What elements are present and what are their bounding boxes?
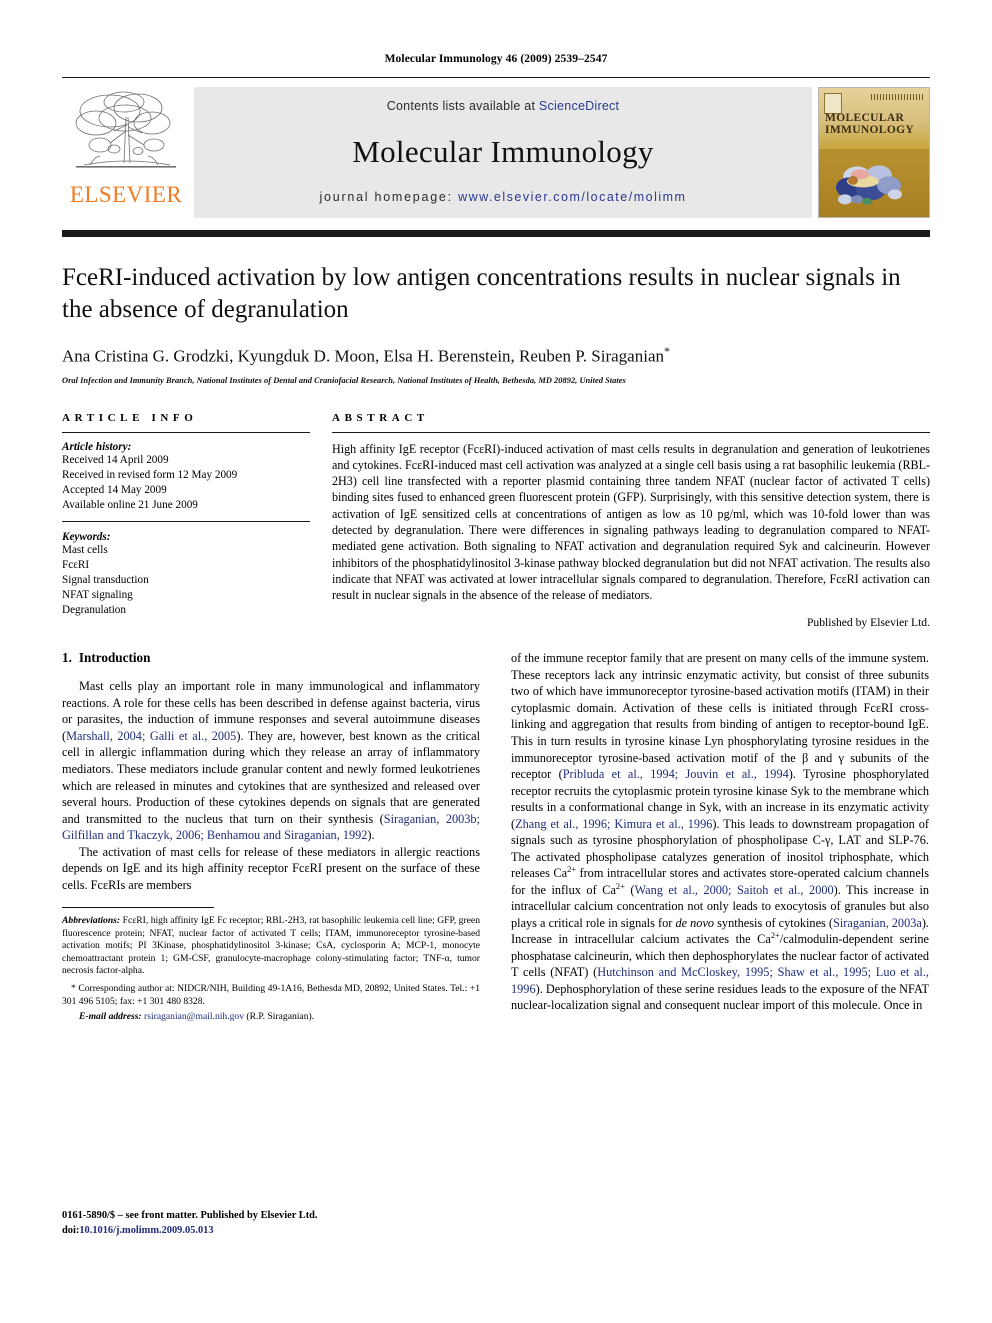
keywords-title: Keywords: — [62, 530, 111, 543]
email-note: E-mail address: rsiraganian@mail.nih.gov… — [62, 1011, 480, 1024]
calcium-superscript: 2+ — [615, 881, 625, 891]
history-accepted: Accepted 14 May 2009 — [62, 483, 167, 496]
keyword-item: Signal transduction — [62, 573, 149, 586]
cover-barcode-strip — [871, 94, 923, 100]
intro-p1-part-c: ). — [367, 828, 375, 843]
history-received: Received 14 April 2009 — [62, 453, 169, 466]
citation-marshall-galli[interactable]: Marshall, 2004; Galli et al., 2005 — [66, 729, 236, 743]
doi-link[interactable]: 10.1016/j.molimm.2009.05.013 — [79, 1225, 213, 1236]
homepage-label: journal homepage: — [319, 190, 453, 204]
abbreviations-text: FcεRI, high affinity IgE Fc receptor; RB… — [62, 915, 480, 977]
email-label: E-mail address: — [79, 1011, 142, 1023]
abbreviations-label: Abbreviations: — [62, 915, 121, 927]
doi-line: doi:10.1016/j.molimm.2009.05.013 — [62, 1224, 318, 1239]
intro-paragraph-1: Mast cells play an important role in man… — [62, 678, 480, 843]
journal-banner: Contents lists available at ScienceDirec… — [194, 87, 812, 218]
article-first-page: Molecular Immunology 46 (2009) 2539–2547 — [0, 0, 992, 1323]
body-column-right: of the immune receptor family that are p… — [511, 650, 929, 1023]
intro-p2-text: The activation of mast cells for release… — [62, 844, 480, 892]
email-address-link[interactable]: rsiraganian@mail.nih.gov — [144, 1011, 244, 1022]
elsevier-logo: ELSEVIER — [62, 87, 190, 218]
published-by: Published by Elsevier Ltd. — [806, 616, 930, 630]
intro-p2-cont-g: synthesis of cytokines ( — [714, 915, 834, 930]
homepage-url[interactable]: www.elsevier.com/locate/molimm — [458, 190, 686, 204]
info-abstract-row: ARTICLE INFO Article history: Received 1… — [62, 411, 930, 630]
journal-cover-thumbnail: MOLECULAR IMMUNOLOGY — [818, 87, 930, 218]
running-head: Molecular Immunology 46 (2009) 2539–2547 — [384, 53, 608, 65]
masthead-divider — [62, 230, 930, 237]
abstract-rule — [332, 431, 930, 433]
section-heading-introduction: 1. Introduction — [62, 650, 480, 666]
citation-wang-saitoh[interactable]: Wang et al., 2000; Saitoh et al., 2000 — [634, 883, 833, 897]
article-info-rule — [62, 431, 310, 433]
intro-paragraph-2-continued: of the immune receptor family that are p… — [511, 650, 929, 1014]
body-columns: 1. Introduction Mast cells play an import… — [62, 650, 930, 1023]
email-suffix: (R.P. Siraganian). — [244, 1011, 315, 1023]
author-list: Ana Cristina G. Grodzki, Kyungduk D. Moo… — [62, 344, 930, 367]
front-matter-block: 0161-5890/$ – see front matter. Publishe… — [62, 1209, 318, 1239]
protein-structure-icon — [836, 165, 902, 205]
cover-title-line-2: IMMUNOLOGY — [825, 124, 915, 137]
footnote-block: Abbreviations: FcεRI, high affinity IgE … — [62, 915, 480, 1024]
article-info-column: ARTICLE INFO Article history: Received 1… — [62, 412, 310, 630]
intro-p2-cont-a: of the immune receptor family that are p… — [511, 651, 929, 782]
intro-p2-cont-j: ). Dephosphorylation of these serine res… — [511, 981, 929, 1013]
abstract-column: ABSTRACT High affinity IgE receptor (Fcε… — [332, 411, 930, 630]
cover-title-line-1: MOLECULAR — [825, 112, 905, 124]
elsevier-wordmark: ELSEVIER — [69, 182, 183, 207]
title-block: FceRI-induced activation by low antigen … — [62, 262, 930, 385]
section-number: 1. — [62, 650, 72, 666]
keyword-item: Degranulation — [62, 603, 126, 616]
calcium-superscript: 2+ — [770, 931, 780, 941]
section-title: Introduction — [78, 650, 151, 666]
keyword-item: NFAT signaling — [62, 588, 133, 601]
affiliation: Oral Infection and Immunity Branch, Nati… — [62, 375, 626, 385]
issn-front-matter: 0161-5890/$ – see front matter. Publishe… — [62, 1210, 318, 1221]
abstract-label: ABSTRACT — [332, 411, 429, 424]
keywords-block: Keywords: Mast cells FcεRI Signal transd… — [62, 531, 310, 618]
page-title: FceRI-induced activation by low antigen … — [62, 264, 901, 323]
abstract-text: High affinity IgE receptor (FcεRI)-induc… — [332, 441, 930, 603]
history-online: Available online 21 June 2009 — [62, 498, 198, 511]
journal-masthead: ELSEVIER Contents lists available at Sci… — [62, 87, 930, 218]
corresponding-author-note: * Corresponding author at: NIDCR/NIH, Bu… — [62, 983, 480, 1007]
article-info-label: ARTICLE INFO — [62, 411, 198, 424]
header-rule — [62, 77, 930, 78]
keyword-item: FcεRI — [62, 558, 90, 571]
citation-pribluda-jouvin[interactable]: Pribluda et al., 1994; Jouvin et al., 19… — [563, 767, 789, 781]
sciencedirect-link[interactable]: ScienceDirect — [539, 99, 619, 113]
journal-title: Molecular Immunology — [352, 133, 654, 169]
contents-prefix: Contents lists available at — [386, 99, 539, 113]
cover-journal-title: MOLECULAR IMMUNOLOGY — [825, 112, 925, 136]
corresponding-author-marker: * — [664, 344, 670, 358]
cover-publisher-mark — [824, 93, 842, 114]
journal-homepage-line: journal homepage: www.elsevier.com/locat… — [320, 190, 687, 204]
citation-zhang-kimura[interactable]: Zhang et al., 1996; Kimura et al., 1996 — [515, 817, 712, 831]
doi-label: doi: — [62, 1224, 80, 1236]
author-names: Ana Cristina G. Grodzki, Kyungduk D. Moo… — [62, 346, 664, 366]
abbreviations-note: Abbreviations: FcεRI, high affinity IgE … — [62, 915, 480, 978]
elsevier-tree-icon — [75, 91, 176, 168]
citation-siraganian-2003a[interactable]: Siraganian, 2003a — [833, 916, 922, 930]
contents-line: Contents lists available at ScienceDirec… — [387, 99, 620, 113]
keywords-rule — [62, 520, 310, 522]
body-column-left: 1. Introduction Mast cells play an import… — [62, 650, 480, 1023]
latin-phrase-de-novo: de novo — [675, 915, 715, 930]
footnote-separator — [62, 907, 214, 909]
intro-paragraph-2: The activation of mast cells for release… — [62, 844, 480, 894]
keyword-item: Mast cells — [62, 543, 108, 556]
history-revised: Received in revised form 12 May 2009 — [62, 468, 238, 481]
calcium-superscript: 2+ — [567, 865, 576, 875]
article-history-title: Article history: — [62, 440, 132, 453]
